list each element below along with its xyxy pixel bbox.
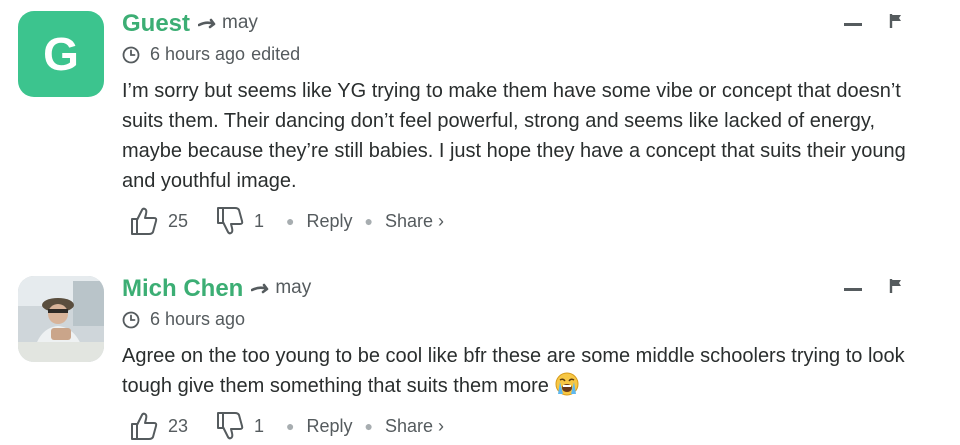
timestamp[interactable]: 6 hours ago xyxy=(150,309,245,330)
reply-button[interactable]: Reply xyxy=(307,416,353,437)
separator-dot: ● xyxy=(364,213,374,229)
avatar[interactable]: G xyxy=(18,11,104,97)
flag-icon[interactable] xyxy=(889,278,903,294)
downvote-count: 1 xyxy=(254,210,265,231)
separator-dot: ● xyxy=(286,213,295,229)
collapse-button[interactable] xyxy=(844,23,862,26)
thumbs-up-icon xyxy=(131,207,158,235)
collapse-button[interactable] xyxy=(844,288,862,291)
thumbs-down-icon xyxy=(217,412,244,440)
flag-icon[interactable] xyxy=(889,13,903,29)
reply-arrow-icon xyxy=(251,283,269,294)
downvote-button[interactable]: 1 xyxy=(216,411,264,441)
reply-arrow-icon xyxy=(198,18,216,29)
comment-guest: G Guest may 6 hours ago edited I’m sorry… xyxy=(0,0,960,250)
author-name[interactable]: Mich Chen xyxy=(122,275,243,303)
avatar[interactable] xyxy=(18,276,104,362)
separator-dot: ● xyxy=(364,418,374,434)
comment-header: Mich Chen may xyxy=(122,275,311,307)
comment-meta: 6 hours ago xyxy=(122,309,245,330)
upvote-count: 25 xyxy=(168,210,189,231)
loudly-crying-face-icon xyxy=(555,372,579,396)
reply-to[interactable]: may xyxy=(251,277,311,299)
downvote-button[interactable]: 1 xyxy=(216,206,264,236)
upvote-button[interactable]: 23 xyxy=(130,411,188,441)
edited-label: edited xyxy=(251,44,301,64)
comment-header: Guest may xyxy=(122,10,258,42)
thumbs-up-icon xyxy=(131,412,158,440)
comment-actions: 25 1 ● Reply ● Share › xyxy=(130,206,444,236)
comment-mich-chen: Mich Chen may 6 hours ago Agree on the t… xyxy=(0,265,960,445)
upvote-count: 23 xyxy=(168,415,189,436)
avatar-photo-image xyxy=(18,276,104,362)
share-button[interactable]: Share › xyxy=(385,211,444,232)
reply-to-name: may xyxy=(222,12,258,33)
comment-meta: 6 hours ago edited xyxy=(122,44,300,65)
comment-actions: 23 1 ● Reply ● Share › xyxy=(130,411,444,441)
clock-icon xyxy=(122,46,140,63)
comment-text-content: Agree on the too young to be cool like b… xyxy=(122,345,905,397)
thumbs-down-icon xyxy=(217,207,244,235)
share-button[interactable]: Share › xyxy=(385,416,444,437)
separator-dot: ● xyxy=(286,418,295,434)
reply-to-name: may xyxy=(275,277,312,298)
reply-to[interactable]: may xyxy=(198,12,258,34)
author-name[interactable]: Guest xyxy=(122,10,190,38)
comment-text: Agree on the too young to be cool like b… xyxy=(122,341,932,401)
comment-text: I’m sorry but seems like YG trying to ma… xyxy=(122,80,906,192)
timestamp[interactable]: 6 hours ago xyxy=(150,44,245,65)
upvote-button[interactable]: 25 xyxy=(130,206,188,236)
downvote-count: 1 xyxy=(254,415,265,436)
reply-button[interactable]: Reply xyxy=(307,211,353,232)
clock-icon xyxy=(122,311,140,328)
